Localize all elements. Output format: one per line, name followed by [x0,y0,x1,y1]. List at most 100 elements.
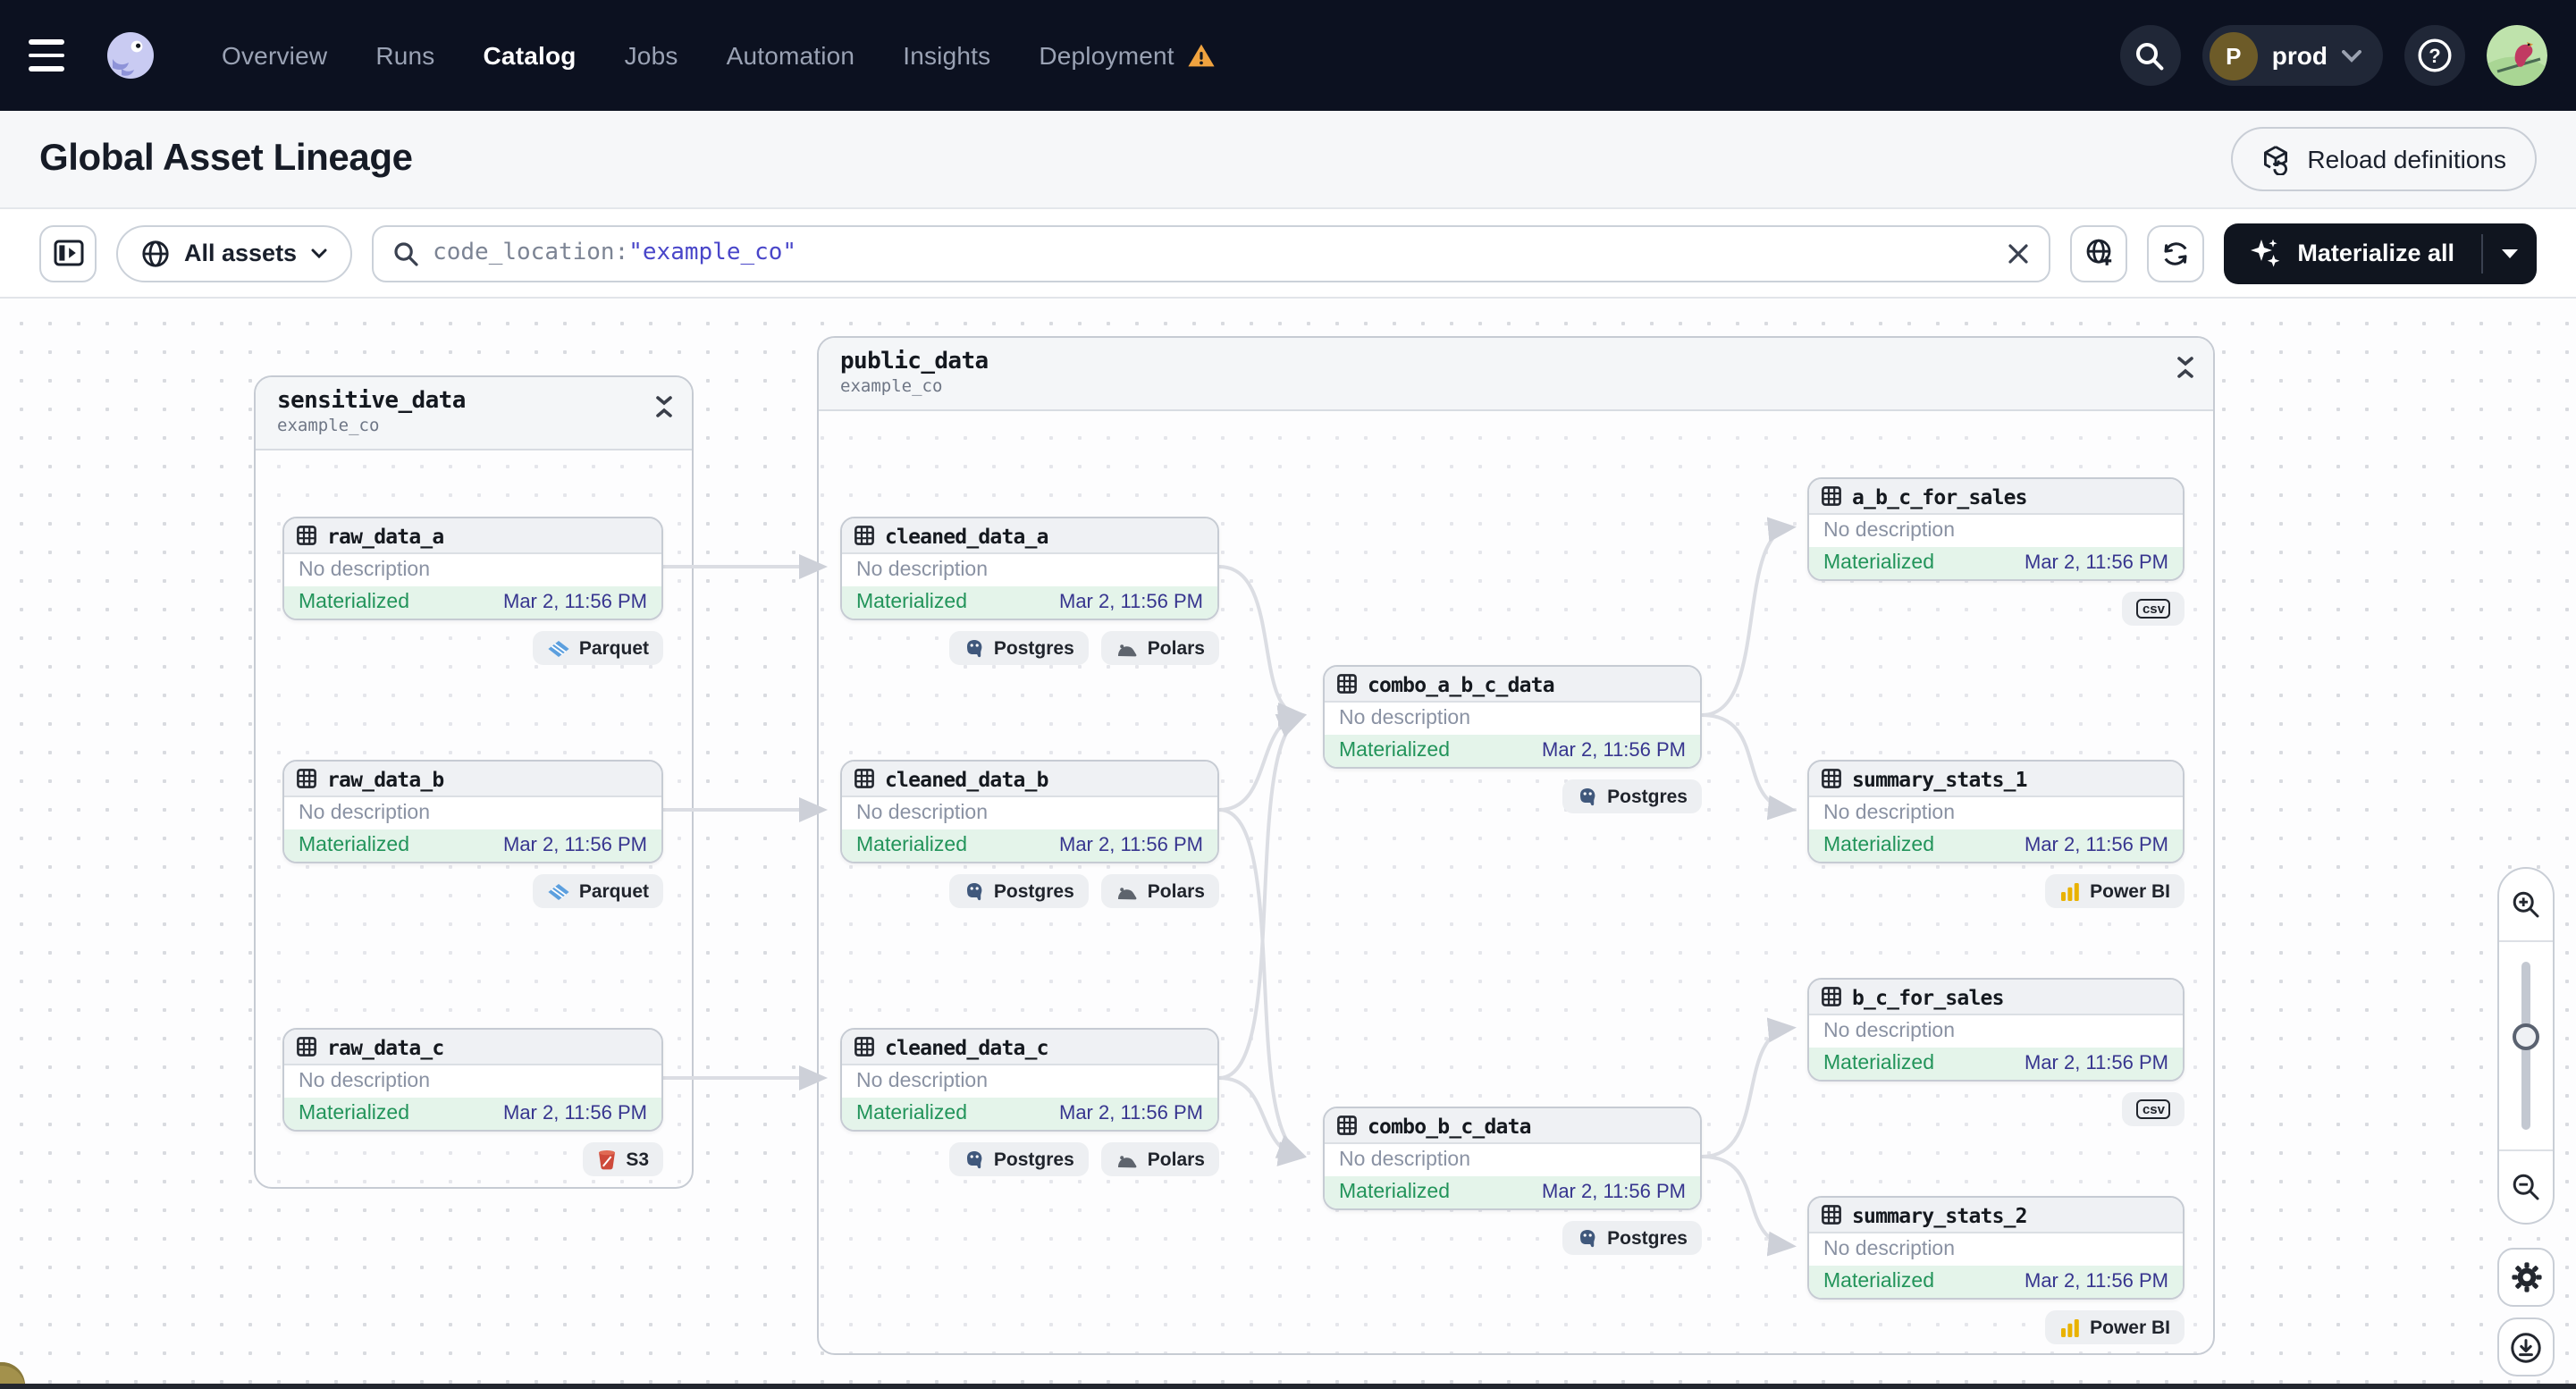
zoom-controls [2497,867,2555,1376]
node-tags: Parquet [282,631,663,665]
status-badge: Materialized [299,592,409,613]
reload-definitions-button[interactable]: Reload definitions [2230,127,2537,191]
nav-item-jobs[interactable]: Jobs [625,41,678,70]
asset-node-b_c_for_sales[interactable]: b_c_for_sales No description Materialize… [1807,978,2185,1082]
zoom-slider[interactable] [2499,940,2553,1151]
node-status-row: Materialized Mar 2, 11:56 PM [284,586,661,619]
table-icon [1822,486,1841,506]
nav-item-automation[interactable]: Automation [727,41,855,70]
group-header[interactable]: public_data example_co [819,338,2213,411]
avatar-bird-image [2487,25,2547,86]
download-graph-button[interactable] [2497,1317,2555,1376]
nav-item-catalog[interactable]: Catalog [484,41,577,70]
materialize-options-caret[interactable] [2483,223,2537,283]
globe-plus-icon [2086,239,2111,265]
node-description: No description [1823,1239,1956,1260]
dagster-logo-icon[interactable] [104,29,157,82]
asset-node-a_b_c_for_sales[interactable]: a_b_c_for_sales No description Materiali… [1807,477,2185,581]
materialization-timestamp: Mar 2, 11:56 PM [1542,1182,1686,1203]
group-header[interactable]: sensitive_data example_co [256,377,692,450]
tag-csv[interactable]: csv [2122,1092,2185,1126]
asset-node-cleaned_data_b[interactable]: cleaned_data_b No description Materializ… [840,760,1219,863]
zoom-out-button[interactable] [2499,1151,2553,1223]
node-description: No description [1823,520,1956,542]
zoom-pill [2497,867,2555,1225]
zoom-slider-thumb[interactable] [2513,1023,2539,1051]
asset-node-combo_a_b_c_data[interactable]: combo_a_b_c_data No description Material… [1323,665,1702,769]
materialization-timestamp: Mar 2, 11:56 PM [503,835,647,856]
clear-search-button[interactable] [2008,242,2029,264]
expand-scope-button[interactable] [2070,224,2128,282]
materialization-timestamp: Mar 2, 11:56 PM [2025,835,2168,856]
asset-node-cleaned_data_c[interactable]: cleaned_data_c No description Materializ… [840,1028,1219,1132]
asset-node-summary_stats_2[interactable]: summary_stats_2 No description Materiali… [1807,1196,2185,1300]
node-description: No description [856,560,989,581]
search-input[interactable]: code_location:"example_co" [372,224,2051,282]
tag-postgres[interactable]: Postgres [1562,779,1702,813]
node-status-row: Materialized Mar 2, 11:56 PM [1325,1176,1700,1208]
table-icon [854,1037,874,1056]
global-search-button[interactable] [2119,25,2181,86]
asset-scope-dropdown[interactable]: All assets [116,224,353,282]
page-title: Global Asset Lineage [39,138,413,179]
reload-cube-icon [2263,145,2287,174]
nav-item-insights[interactable]: Insights [903,41,990,70]
nav-item-runs[interactable]: Runs [375,41,434,70]
top-nav: Overview Runs Catalog Jobs Automation In… [0,0,2576,111]
tag-postgres[interactable]: Postgres [948,1142,1089,1176]
refresh-button[interactable] [2147,224,2205,282]
collapse-group-icon[interactable] [2176,356,2195,388]
tag-polars[interactable]: Polars [1100,874,1219,908]
zoom-in-icon [2513,891,2539,918]
materialization-timestamp: Mar 2, 11:56 PM [2025,1271,2168,1292]
node-tags: Parquet [282,874,663,908]
status-badge: Materialized [1823,552,1934,574]
collapse-group-icon[interactable] [654,395,674,427]
tag-csv[interactable]: csv [2122,592,2185,626]
tag-postgres[interactable]: Postgres [1562,1221,1702,1255]
asset-node-summary_stats_1[interactable]: summary_stats_1 No description Materiali… [1807,760,2185,863]
asset-node-raw_data_a[interactable]: raw_data_a No description Materialized Ma… [282,517,663,620]
tag-parquet[interactable]: Parquet [532,874,663,908]
node-description: No description [1339,1149,1471,1171]
status-badge: Materialized [1339,740,1450,762]
deployment-switcher[interactable]: P prod [2201,25,2383,86]
download-icon [2511,1332,2541,1362]
graph-settings-button[interactable] [2497,1248,2555,1307]
asset-node-combo_b_c_data[interactable]: combo_b_c_data No description Materializ… [1323,1107,1702,1210]
user-avatar[interactable] [2487,25,2547,86]
tag-polars[interactable]: Polars [1100,631,1219,665]
tag-polars[interactable]: Polars [1100,1142,1219,1176]
materialize-all-button[interactable]: Materialize all [2224,223,2481,283]
node-description: No description [299,560,431,581]
hamburger-menu-icon[interactable] [29,29,82,82]
lineage-canvas[interactable]: sensitive_data example_co public_data ex… [0,299,2576,1389]
tag-powerbi[interactable]: Power BI [2045,1310,2185,1344]
materialization-timestamp: Mar 2, 11:56 PM [1059,592,1203,613]
status-badge: Materialized [1823,1053,1934,1074]
asset-node-cleaned_data_a[interactable]: cleaned_data_a No description Materializ… [840,517,1219,620]
zoom-in-button[interactable] [2499,869,2553,940]
node-status-row: Materialized Mar 2, 11:56 PM [1809,1048,2183,1080]
status-badge: Materialized [856,1103,967,1124]
caret-down-icon [2502,248,2518,257]
tag-postgres[interactable]: Postgres [948,874,1089,908]
node-description: No description [856,1071,989,1092]
dagster-app: Overview Runs Catalog Jobs Automation In… [0,0,2576,1389]
tag-parquet[interactable]: Parquet [532,631,663,665]
polars-bear-icon [1117,1155,1137,1167]
help-button[interactable]: ? [2404,25,2465,86]
search-icon [394,241,418,265]
node-tags: csv [1807,592,2185,626]
tag-s3[interactable]: S3 [583,1142,663,1176]
asset-node-raw_data_b[interactable]: raw_data_b No description Materialized Ma… [282,760,663,863]
table-icon [297,769,316,788]
tag-postgres[interactable]: Postgres [948,631,1089,665]
nav-item-deployment[interactable]: Deployment [1039,41,1215,70]
toggle-sidebar-button[interactable] [39,224,97,282]
tag-powerbi[interactable]: Power BI [2045,874,2185,908]
nav-item-overview[interactable]: Overview [222,41,327,70]
asset-node-raw_data_c[interactable]: raw_data_c No description Materialized Ma… [282,1028,663,1132]
node-description: No description [299,1071,431,1092]
parquet-icon [548,640,569,656]
